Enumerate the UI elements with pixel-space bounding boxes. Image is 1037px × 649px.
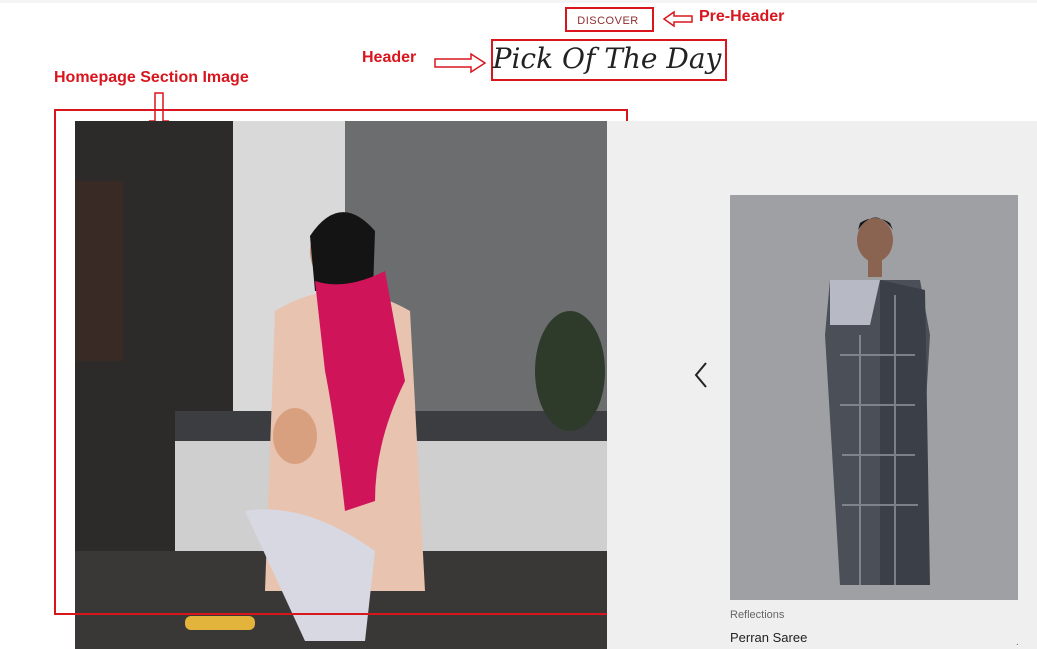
product-collection: Reflections [730,609,785,621]
product-image[interactable] [730,195,1018,600]
section-image-annotation-label: Homepage Section Image [54,69,249,86]
pre-header-annotation-label: Pre-Header [699,8,785,25]
product-name[interactable]: Perran Saree [730,630,807,645]
product-more-indicator: . [1016,637,1019,648]
section-image-annotation-box [54,109,628,615]
pre-header-arrow-icon [662,10,693,28]
pre-header: DISCOVER [577,15,639,27]
header-annotation-label: Header [362,49,417,66]
chevron-left-icon[interactable] [690,360,714,390]
saree-model-photo [730,195,1018,600]
section-title: Pick Of The Day [492,42,722,75]
top-divider [0,0,1037,3]
header-arrow-icon [434,52,487,74]
